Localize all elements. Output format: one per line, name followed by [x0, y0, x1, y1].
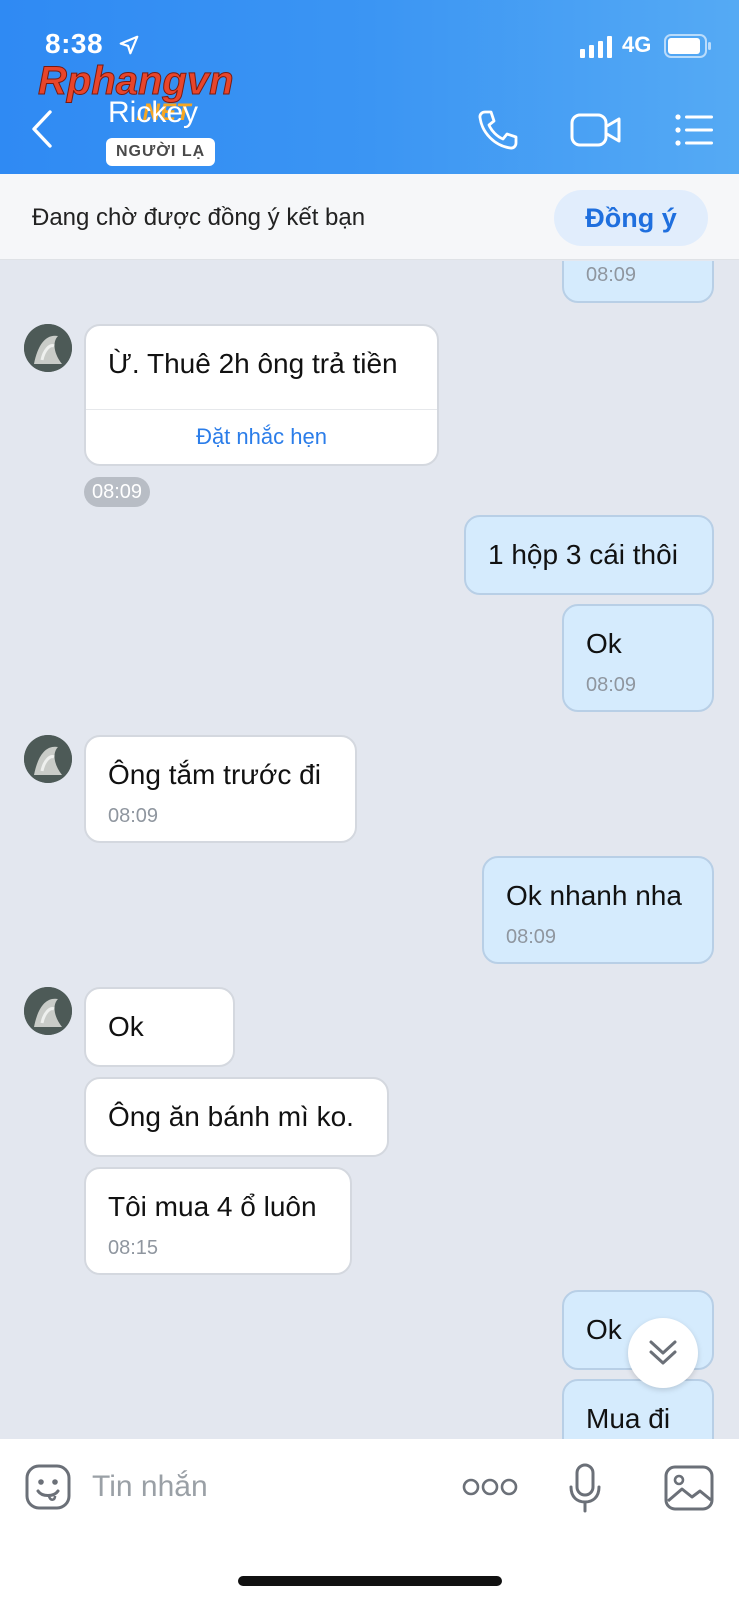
message-list[interactable]: 08:09 Ừ. Thuê 2h ông trả tiền Đặt nhắc h… [0, 261, 739, 1439]
message-bubble-outgoing[interactable]: 08:09 [562, 261, 714, 303]
avatar-image [24, 735, 72, 783]
message-composer [0, 1439, 739, 1600]
message-text: Tôi mua 4 ổ luôn [108, 1191, 317, 1222]
status-time: 8:38 [45, 28, 104, 59]
set-reminder-link[interactable]: Đặt nhắc hẹn [86, 424, 437, 450]
battery-icon [664, 34, 711, 58]
message-input[interactable] [92, 1461, 432, 1513]
message-bubble-incoming[interactable]: Ừ. Thuê 2h ông trả tiền Đặt nhắc hẹn [84, 324, 439, 466]
message-time: 08:09 [108, 805, 159, 827]
accept-friend-button[interactable]: Đồng ý [554, 190, 708, 246]
message-bubble-outgoing[interactable]: 1 hộp 3 cái thôi [464, 515, 714, 595]
network-type: 4G [622, 32, 652, 57]
message-text: Ok [586, 628, 622, 659]
avatar-image [24, 987, 72, 1035]
location-arrow-icon [119, 35, 139, 55]
message-bubble-outgoing[interactable]: Ok 08:09 [562, 604, 714, 712]
message-text: Ừ. Thuê 2h ông trả tiền [108, 348, 398, 379]
message-text: Ông ăn bánh mì ko. [108, 1101, 354, 1132]
cellular-signal-icon [580, 36, 612, 58]
image-gallery-icon[interactable] [664, 1465, 714, 1511]
double-chevron-down-icon [649, 1340, 677, 1365]
message-text: Ông tắm trước đi [108, 759, 321, 790]
microphone-icon[interactable] [568, 1463, 602, 1513]
message-text: 1 hộp 3 cái thôi [488, 539, 678, 570]
video-call-icon[interactable] [570, 110, 622, 150]
message-bubble-outgoing[interactable]: Ok nhanh nha 08:09 [482, 856, 714, 964]
more-options-icon[interactable] [462, 1477, 518, 1497]
message-bubble-outgoing[interactable]: Mua đi [562, 1379, 714, 1439]
menu-list-icon[interactable] [674, 112, 714, 148]
message-bubble-incoming[interactable]: Ông ăn bánh mì ko. [84, 1077, 389, 1157]
chat-header: 8:38 4G Rphangvn .NET Rickey NGƯỜI LẠ [0, 0, 739, 174]
contact-name[interactable]: Rickey [108, 96, 198, 130]
message-text: Ok [586, 1314, 622, 1345]
message-bubble-incoming[interactable]: Ông tắm trước đi 08:09 [84, 735, 357, 843]
sticker-emoji-icon[interactable] [24, 1463, 72, 1511]
avatar-image [24, 324, 72, 372]
contact-avatar[interactable] [24, 987, 72, 1035]
contact-avatar[interactable] [24, 735, 72, 783]
friend-request-status: Đang chờ được đồng ý kết bạn [32, 204, 366, 231]
message-text: Ok nhanh nha [506, 880, 682, 911]
message-time: 08:15 [108, 1237, 159, 1259]
message-bubble-incoming[interactable]: Ok [84, 987, 235, 1067]
back-arrow-icon[interactable] [24, 104, 64, 154]
message-bubble-incoming[interactable]: Tôi mua 4 ổ luôn 08:15 [84, 1167, 352, 1275]
phone-call-icon[interactable] [476, 108, 520, 152]
bubble-divider [86, 409, 437, 410]
message-text: Mua đi [586, 1403, 671, 1434]
message-time-pill: 08:09 [84, 477, 151, 507]
contact-avatar[interactable] [24, 324, 72, 372]
message-time: 08:09 [586, 264, 637, 286]
message-time: 08:09 [506, 926, 557, 948]
stranger-badge: NGƯỜI LẠ [106, 138, 216, 166]
message-time: 08:09 [586, 674, 637, 696]
message-text: Ok [108, 1011, 144, 1042]
friend-request-bar: Đang chờ được đồng ý kết bạn Đồng ý [0, 174, 739, 260]
home-indicator[interactable] [238, 1576, 502, 1586]
scroll-to-bottom-button[interactable] [628, 1318, 698, 1388]
